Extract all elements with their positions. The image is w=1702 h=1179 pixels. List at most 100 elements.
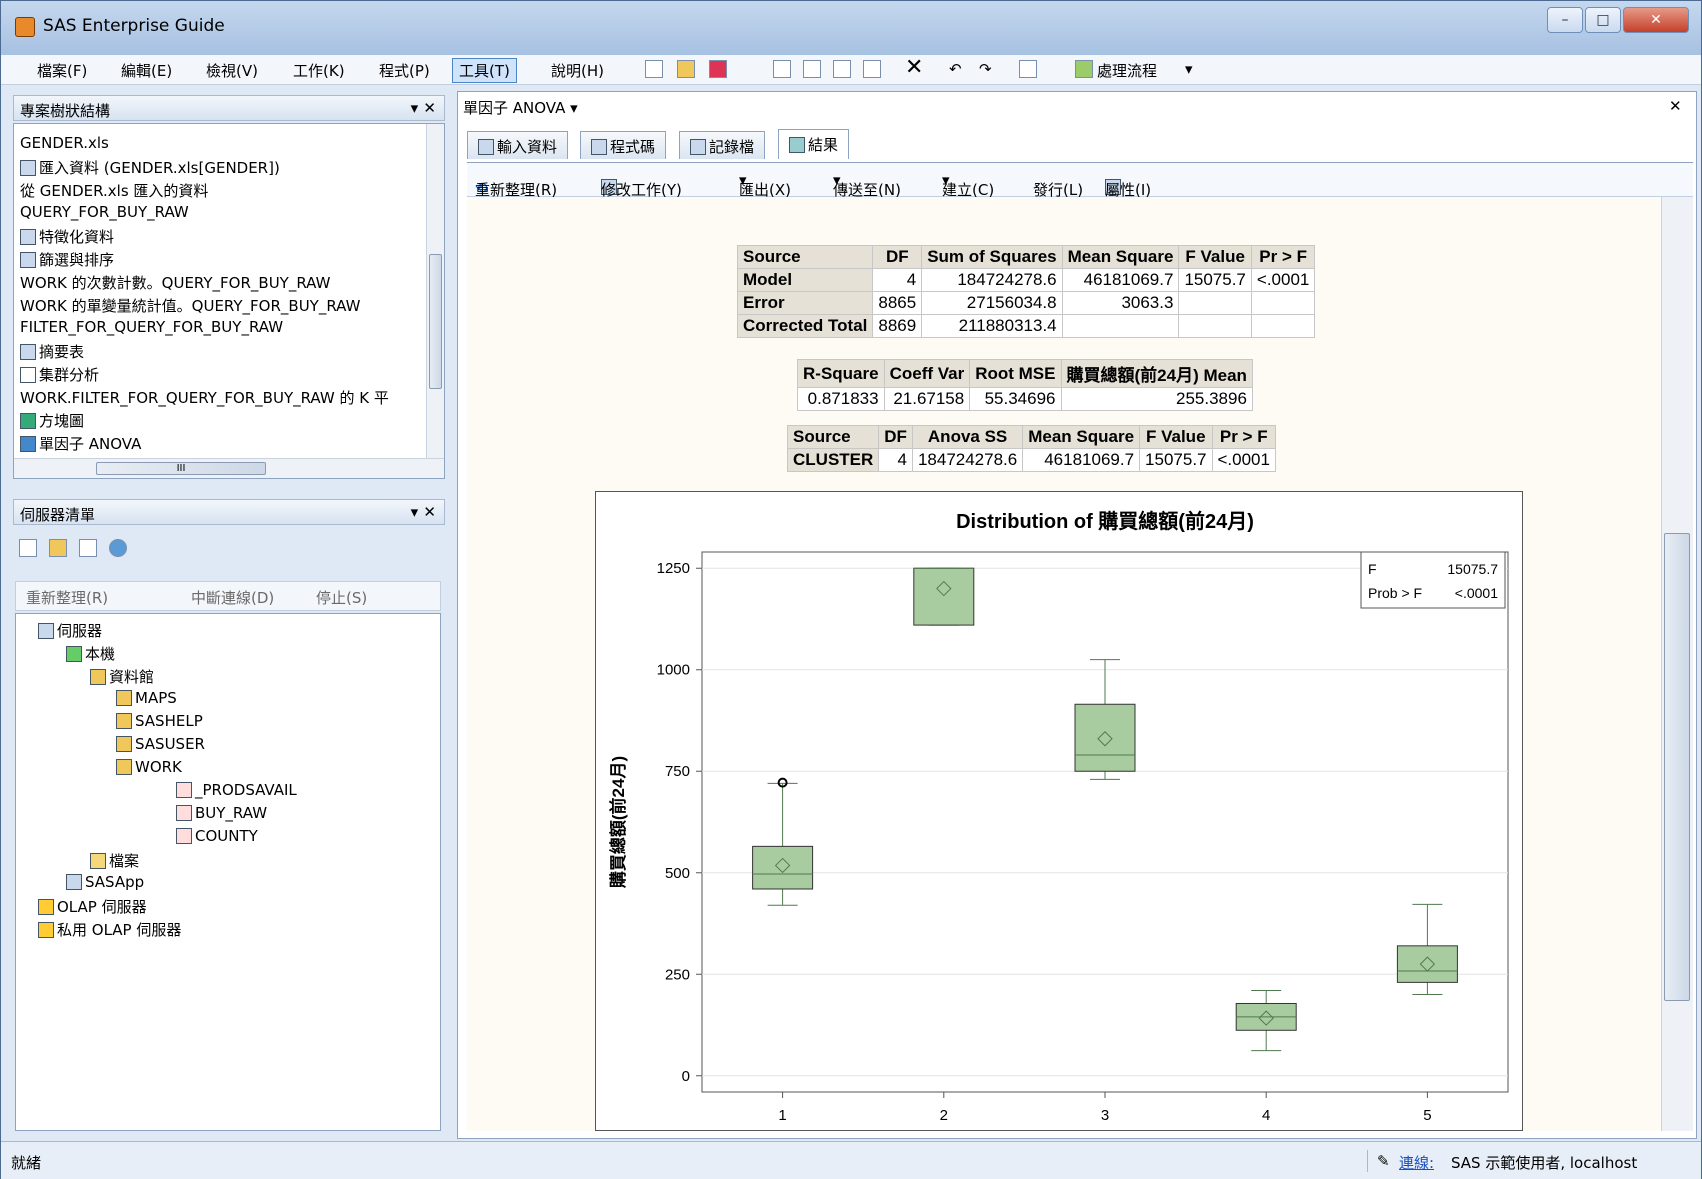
chevron-down-icon[interactable]: ▾ [1185,60,1193,78]
tree-item[interactable]: 篩選與排序 [20,249,114,270]
redo-icon[interactable]: ↷ [979,60,992,78]
tree-item[interactable]: 特徵化資料 [20,226,114,247]
create-button[interactable]: 建立(C) ▾ [942,171,994,199]
tree-node-work[interactable]: WORK [116,758,182,776]
tree-item[interactable]: QUERY_FOR_BUY_RAW [20,203,189,221]
row-header: CLUSTER [786,448,880,472]
tree-item[interactable]: 匯入資料 (GENDER.xls[GENDER]) [20,157,280,178]
undo-icon[interactable]: ↶ [949,60,962,78]
cell: 15075.7 [1139,448,1213,472]
pane-close-icon[interactable]: ▾ ✕ [411,503,436,521]
document-close-icon[interactable]: ✕ [1669,97,1682,115]
tree-item[interactable]: WORK 的單變量統計值。QUERY_FOR_BUY_RAW [20,295,360,316]
folder-icon[interactable] [49,539,67,557]
summary-icon [20,344,36,360]
server-action-bar: 重新整理(R) 中斷連線(D) 停止(S) [15,581,441,611]
tree-item[interactable]: 摘要表 [20,341,84,362]
document-title[interactable]: 單因子 ANOVA ▾ [463,97,578,118]
filter-icon [20,252,36,268]
tree-node-sasapp[interactable]: SASApp [66,873,144,891]
menu-file[interactable]: 檔案(F) [37,60,87,81]
process-flow-icon[interactable] [1075,60,1093,78]
x-tick-label: 4 [1262,1107,1270,1124]
tree-item[interactable]: WORK.FILTER_FOR_QUERY_FOR_BUY_RAW 的 K 平 [20,387,430,408]
tree-item-label: 特徵化資料 [39,228,115,246]
print-icon[interactable] [773,60,791,78]
col-header: DF [878,425,913,449]
tree-node-files[interactable]: 檔案 [90,850,139,871]
maximize-button[interactable]: □ [1585,7,1621,33]
tree-node-table[interactable]: _PRODSAVAIL [176,781,297,799]
connection-link[interactable]: 連線: [1399,1152,1434,1173]
menu-task[interactable]: 工作(K) [293,60,345,81]
menu-tools[interactable]: 工具(T) [452,58,517,83]
delete-icon[interactable]: ✕ [905,55,923,80]
table-icon [20,229,36,245]
boxplot-chart: Distribution of 購買總額(前24月) 0 250 500 750 1000… [608,509,1509,1124]
tree-node-servers[interactable]: 伺服器 [38,620,102,641]
globe-icon[interactable] [109,539,127,557]
window-icon[interactable] [1019,60,1037,78]
box [1074,703,1136,772]
tree-node-libraries[interactable]: 資料館 [90,666,154,687]
open-icon[interactable] [677,60,695,78]
tree-node-sashelp[interactable]: SASHELP [116,712,203,730]
cell: 184724278.6 [921,268,1063,292]
tab-code[interactable]: 程式碼 [580,131,667,159]
menu-program[interactable]: 程式(P) [379,60,430,81]
refresh-button[interactable]: 重新整理(R) [26,587,108,608]
tab-input-data[interactable]: 輸入資料 [467,131,569,159]
menu-edit[interactable]: 編輯(E) [121,60,172,81]
close-button[interactable]: ✕ [1623,7,1689,33]
tree-node-private-olap[interactable]: 私用 OLAP 伺服器 [38,919,181,940]
tree-item[interactable]: 方塊圖 [20,410,84,431]
tree-item[interactable]: FILTER_FOR_QUERY_FOR_BUY_RAW [20,318,283,336]
tree-item[interactable]: GENDER.xls [20,134,109,152]
tree-item-label: 單因子 ANOVA [39,435,142,453]
paste-icon[interactable] [863,60,881,78]
new-icon[interactable] [645,60,663,78]
disconnect-button[interactable]: 中斷連線(D) [191,587,274,608]
menu-view[interactable]: 檢視(V) [206,60,258,81]
scroll-thumb[interactable]: III [96,462,266,475]
tree-vscrollbar[interactable] [426,124,444,458]
tree-node-table[interactable]: COUNTY [176,827,258,845]
minimize-button[interactable]: – [1547,7,1583,33]
tree-node-label: OLAP 伺服器 [57,898,147,916]
export-button[interactable]: 匯出(X) ▾ [739,171,791,199]
results-vscrollbar[interactable] [1661,197,1693,1131]
tree-item[interactable]: 從 GENDER.xls 匯入的資料 [20,180,208,201]
tree-node-local[interactable]: 本機 [66,643,115,664]
boxplot-frame: Distribution of 購買總額(前24月) 0 250 500 750 1000… [595,491,1523,1131]
process-flow-button[interactable]: 處理流程 [1097,60,1157,81]
send-to-button[interactable]: 傳送至(N) ▾ [833,171,901,199]
box [1396,945,1458,983]
save-icon[interactable] [709,60,727,78]
row-header: Model [736,268,874,292]
col-header: Pr > F [1250,245,1316,269]
tab-log[interactable]: 記錄檔 [679,131,766,159]
tree-node-sasuser[interactable]: SASUSER [116,735,205,753]
library-icon[interactable] [79,539,97,557]
tree-node-maps[interactable]: MAPS [116,689,177,707]
menu-help[interactable]: 說明(H) [551,60,604,81]
tab-results[interactable]: 結果 [778,129,850,159]
inset-f-value: 15075.7 [1447,561,1498,577]
tree-item[interactable]: 單因子 ANOVA [20,433,141,454]
scroll-thumb[interactable] [429,254,442,389]
tree-node-table[interactable]: BUY_RAW [176,804,267,822]
tree-item[interactable]: 集群分析 [20,364,99,385]
scroll-thumb[interactable] [1664,533,1690,1001]
boxplot-icon [20,413,36,429]
tree-hscrollbar[interactable]: III [14,458,444,478]
cut-icon[interactable] [803,60,821,78]
tree-node-olap[interactable]: OLAP 伺服器 [38,896,147,917]
stop-button[interactable]: 停止(S) [316,587,367,608]
y-tick-label: 250 [665,966,690,983]
copy-icon[interactable] [833,60,851,78]
pane-close-icon[interactable]: ▾ ✕ [411,99,436,117]
server-icon[interactable] [19,539,37,557]
tree-item[interactable]: WORK 的次數計數。QUERY_FOR_BUY_RAW [20,272,330,293]
table-icon [176,828,192,844]
tree-node-label: 檔案 [109,852,140,870]
